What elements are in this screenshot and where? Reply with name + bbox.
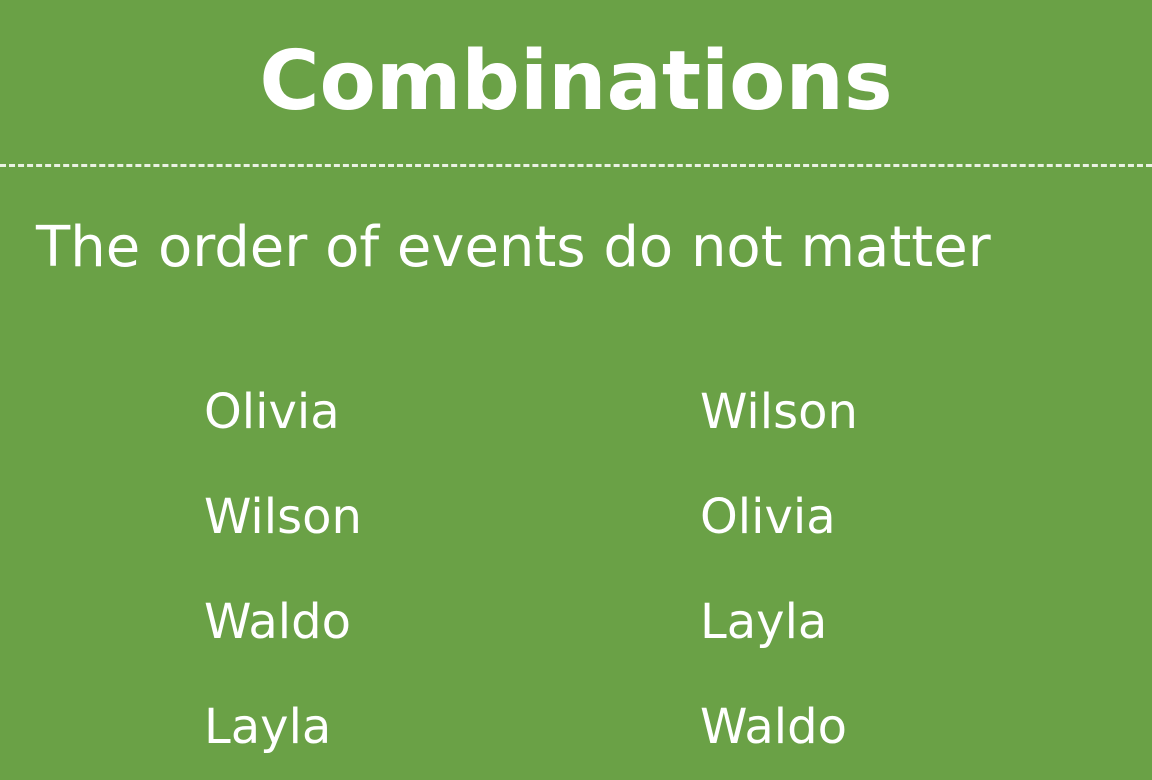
slide: Combinations The order of events do not … — [0, 0, 1152, 764]
left-name-list: Olivia Wilson Waldo Layla — [204, 360, 362, 780]
slide-title: Combinations — [259, 34, 893, 129]
dashed-divider — [0, 164, 1152, 167]
list-item: Wilson — [700, 384, 858, 440]
list-item: Olivia — [204, 384, 340, 440]
list-item: Wilson — [204, 489, 362, 545]
right-name-list: Wilson Olivia Layla Waldo — [700, 360, 858, 780]
list-item: Waldo — [204, 594, 351, 650]
list-item: Waldo — [700, 699, 847, 755]
slide-subtitle: The order of events do not matter — [36, 215, 991, 280]
list-item: Olivia — [700, 489, 836, 545]
list-item: Layla — [204, 699, 332, 755]
list-item: Layla — [700, 594, 828, 650]
